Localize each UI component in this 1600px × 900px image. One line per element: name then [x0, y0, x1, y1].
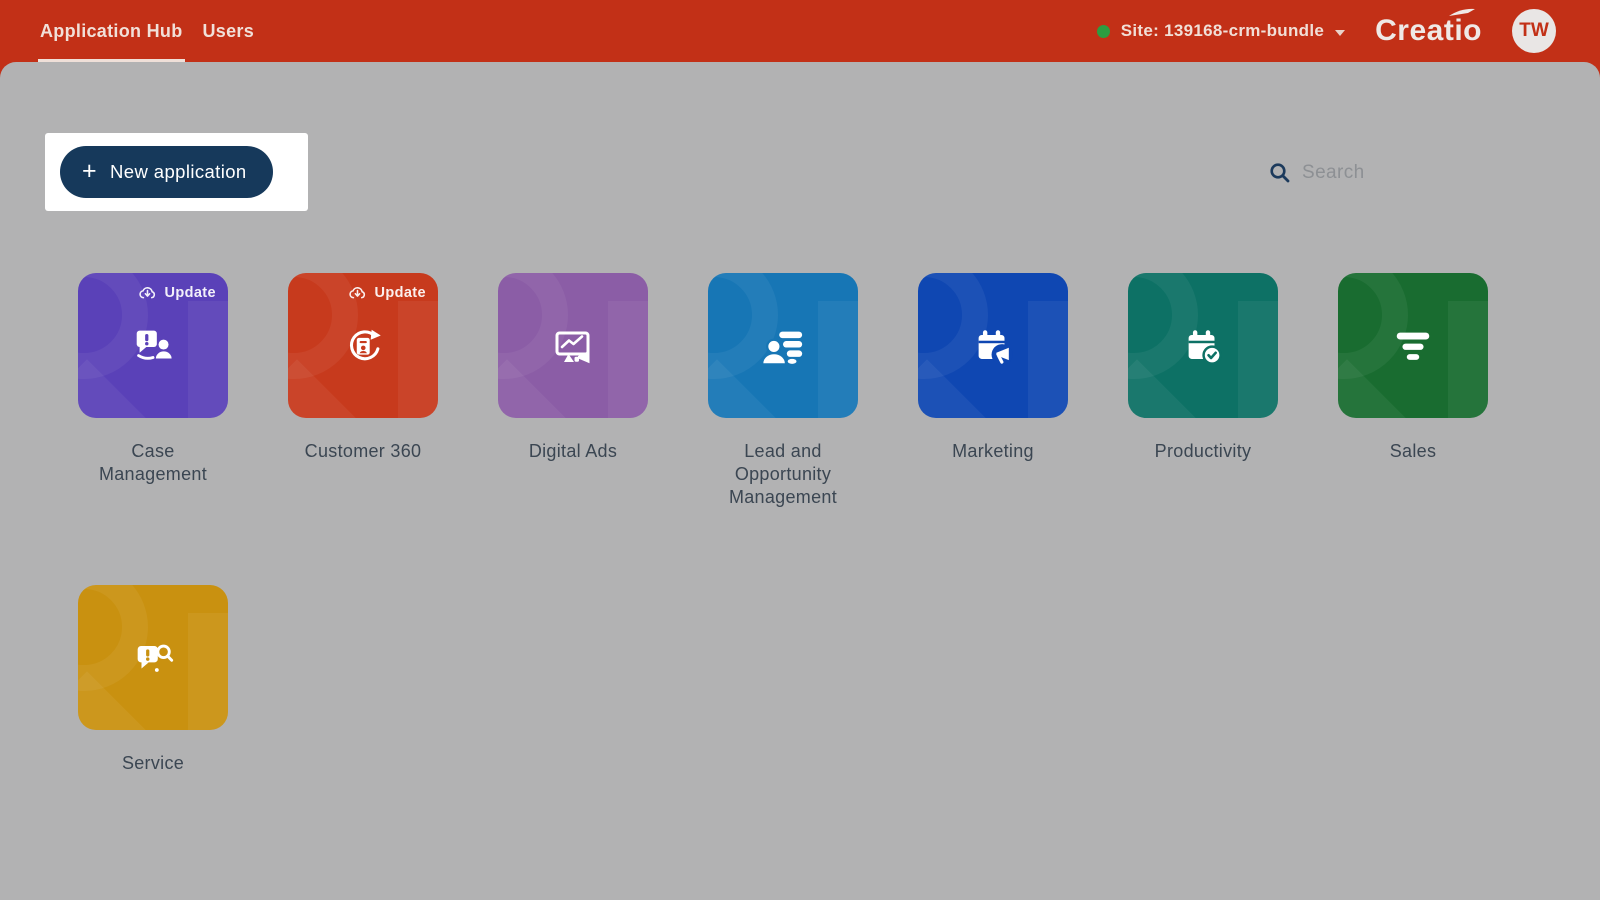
- tutorial-spotlight: + New application: [45, 133, 308, 211]
- monitor-megaphone-icon: [549, 322, 597, 370]
- app-card-lead-and-opportunity-management: Lead and Opportunity Management: [708, 273, 858, 509]
- app-tile-sales[interactable]: [1338, 273, 1488, 418]
- header-right-cluster: Site: 139168-crm-bundle Creatio TW: [1096, 0, 1556, 62]
- top-bar: Application Hub Users Site: 139168-crm-b…: [0, 0, 1600, 62]
- tab-users[interactable]: Users: [201, 0, 257, 62]
- search-input[interactable]: [1302, 162, 1532, 184]
- site-status-icon: [1096, 24, 1110, 38]
- chevron-down-icon: [1335, 29, 1346, 36]
- app-card-sales: Sales: [1338, 273, 1488, 463]
- app-card-digital-ads: Digital Ads: [498, 273, 648, 463]
- app-label: Customer 360: [304, 441, 422, 461]
- plus-icon: +: [82, 156, 97, 185]
- update-badge-label: Update: [374, 284, 426, 301]
- update-badge-label: Update: [164, 284, 216, 301]
- cloud-update-icon: [139, 287, 156, 299]
- chat-alert-person-icon: [130, 323, 176, 369]
- search-icon: [1270, 163, 1290, 183]
- main-nav: Application Hub Users: [22, 0, 256, 62]
- app-card-marketing: Marketing: [918, 273, 1068, 463]
- app-label: Case Management: [98, 441, 208, 484]
- calendar-megaphone-icon: [970, 323, 1016, 369]
- creatio-logo: Creatio: [1375, 8, 1482, 48]
- site-label: Site: 139168-crm-bundle: [1120, 21, 1325, 40]
- tab-application-hub[interactable]: Application Hub: [38, 0, 185, 62]
- user-avatar[interactable]: TW: [1512, 9, 1556, 53]
- site-selector[interactable]: Site: 139168-crm-bundle: [1096, 21, 1346, 41]
- update-badge[interactable]: Update: [138, 284, 216, 301]
- paper-plane-icon: [1449, 8, 1475, 16]
- search-field: [1268, 156, 1532, 190]
- funnel-person-icon: [760, 323, 806, 369]
- app-tile-productivity[interactable]: [1128, 273, 1278, 418]
- refresh-contact-icon: [340, 323, 386, 369]
- app-tile-customer-360[interactable]: Update: [288, 273, 438, 418]
- app-card-service: Service: [78, 585, 228, 775]
- app-label: Productivity: [1154, 441, 1252, 461]
- funnel-icon: [1390, 323, 1436, 369]
- chat-alert-search-icon: [130, 635, 176, 681]
- calendar-check-icon: [1180, 323, 1226, 369]
- app-label: Digital Ads: [528, 441, 618, 461]
- app-card-case-management: Update Case Management: [78, 273, 228, 486]
- update-badge[interactable]: Update: [348, 284, 426, 301]
- app-tile-marketing[interactable]: [918, 273, 1068, 418]
- app-label: Lead and Opportunity Management: [728, 441, 838, 507]
- cloud-update-icon: [349, 287, 366, 299]
- app-tile-digital-ads[interactable]: [498, 273, 648, 418]
- application-grid: Update Case Management Update Customer 3…: [78, 273, 1488, 775]
- new-application-label: New application: [110, 161, 247, 182]
- app-label: Marketing: [952, 441, 1034, 461]
- app-tile-case-management[interactable]: Update: [78, 273, 228, 418]
- app-tile-service[interactable]: [78, 585, 228, 730]
- app-card-productivity: Productivity: [1128, 273, 1278, 463]
- app-card-customer-360: Update Customer 360: [288, 273, 438, 463]
- application-hub-panel: + New application Update Case Management: [0, 62, 1600, 900]
- app-label: Service: [121, 753, 185, 773]
- new-application-button[interactable]: + New application: [60, 146, 273, 198]
- app-tile-lead-and-opportunity-management[interactable]: [708, 273, 858, 418]
- app-label: Sales: [1389, 441, 1437, 461]
